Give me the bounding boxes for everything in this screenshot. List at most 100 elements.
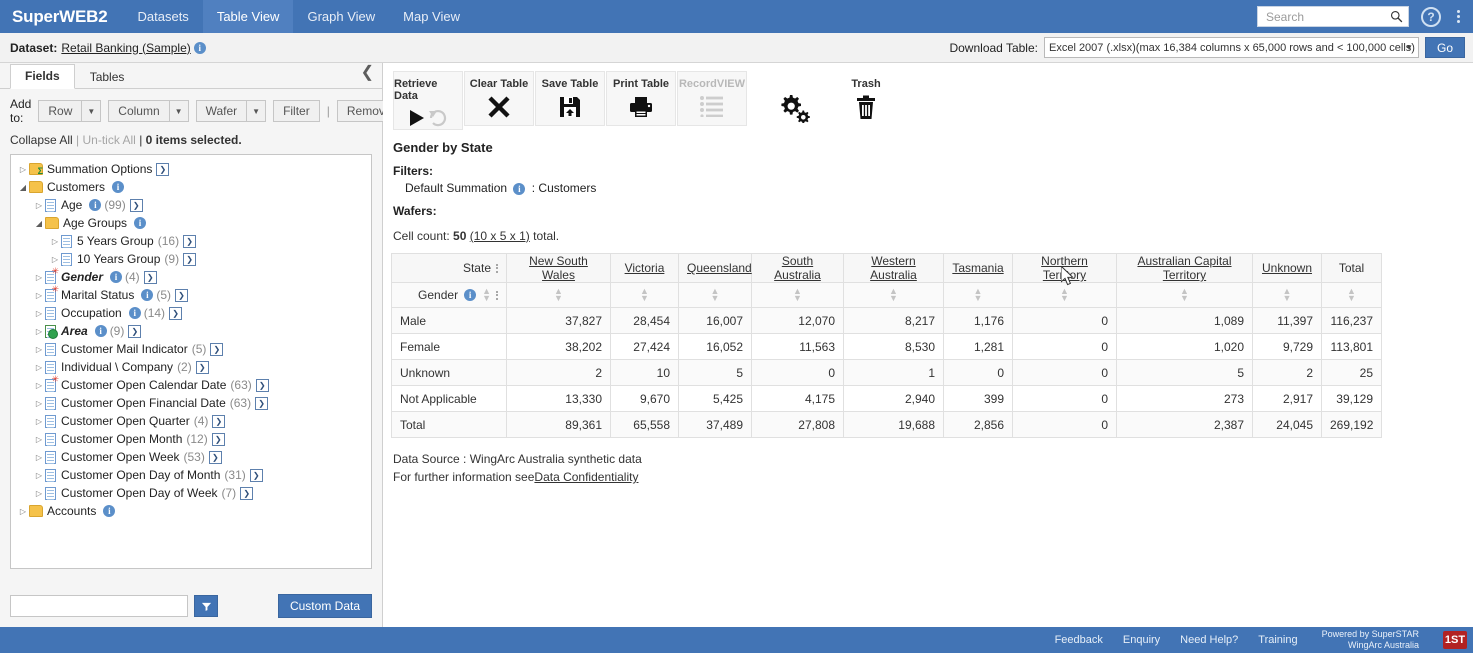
tree-collapsed-icon[interactable]: ▷ bbox=[33, 417, 45, 426]
column-header[interactable]: Total bbox=[1322, 254, 1382, 283]
sort-icon[interactable]: ▲▼ bbox=[952, 287, 1004, 303]
sort-icon[interactable]: ▲▼ bbox=[1261, 287, 1313, 303]
column-header[interactable]: Queensland bbox=[679, 254, 752, 283]
tree-item[interactable]: ▷Customer Open Calendar Date(63)❯ bbox=[11, 376, 371, 394]
info-icon[interactable]: i bbox=[464, 289, 476, 301]
nav-tab-graph-view[interactable]: Graph View bbox=[293, 0, 389, 33]
column-sort-cell[interactable]: ▲▼ bbox=[1117, 283, 1253, 308]
tree-item[interactable]: ▷Marital Statusi(5)❯ bbox=[11, 286, 371, 304]
sort-icon[interactable]: ▲▼ bbox=[515, 287, 602, 303]
tree-item[interactable]: ▷Areai(9)❯ bbox=[11, 322, 371, 340]
column-sort-cell[interactable]: ▲▼ bbox=[1322, 283, 1382, 308]
sort-icon[interactable]: ▲▼ bbox=[482, 287, 491, 303]
nav-tab-table-view[interactable]: Table View bbox=[203, 0, 294, 33]
tree-item-expand-button[interactable]: ❯ bbox=[256, 379, 269, 392]
add-to-wafer-button[interactable]: Wafer bbox=[196, 100, 248, 122]
tree-item-expand-button[interactable]: ❯ bbox=[128, 325, 141, 338]
info-icon[interactable]: i bbox=[141, 289, 153, 301]
tree-expanded-icon[interactable]: ◢ bbox=[33, 219, 45, 228]
footer-link-need-help[interactable]: Need Help? bbox=[1180, 634, 1238, 646]
info-icon[interactable]: i bbox=[95, 325, 107, 337]
add-to-column-button[interactable]: Column bbox=[108, 100, 169, 122]
info-icon[interactable]: i bbox=[129, 307, 141, 319]
tree-item-expand-button[interactable]: ❯ bbox=[144, 271, 157, 284]
tree-item[interactable]: ▷Customer Open Day of Week(7)❯ bbox=[11, 484, 371, 502]
nav-tab-datasets[interactable]: Datasets bbox=[124, 0, 203, 33]
row-header-cell[interactable]: Unknown bbox=[392, 360, 507, 386]
tree-item-expand-button[interactable]: ❯ bbox=[240, 487, 253, 500]
tree-item[interactable]: ◢Customersi bbox=[11, 178, 371, 196]
tree-item-expand-button[interactable]: ❯ bbox=[212, 433, 225, 446]
column-header[interactable]: South Australia bbox=[752, 254, 844, 283]
tree-collapsed-icon[interactable]: ▷ bbox=[33, 381, 45, 390]
sort-icon[interactable]: ▲▼ bbox=[687, 287, 743, 303]
column-sort-cell[interactable]: ▲▼ bbox=[1013, 283, 1117, 308]
tree-item[interactable]: ▷Accountsi bbox=[11, 502, 371, 520]
search-input[interactable] bbox=[1264, 8, 1386, 25]
info-icon[interactable]: i bbox=[194, 42, 206, 54]
collapse-all-link[interactable]: Collapse All bbox=[10, 133, 73, 147]
tree-collapsed-icon[interactable]: ▷ bbox=[33, 291, 45, 300]
add-to-row-button[interactable]: Row bbox=[38, 100, 82, 122]
column-header[interactable]: Victoria bbox=[611, 254, 679, 283]
sort-icon[interactable]: ▲▼ bbox=[1021, 287, 1108, 303]
sort-icon[interactable]: ▲▼ bbox=[1330, 287, 1373, 303]
tree-collapsed-icon[interactable]: ▷ bbox=[33, 435, 45, 444]
tree-item[interactable]: ▷Customer Open Week(53)❯ bbox=[11, 448, 371, 466]
save-table-button[interactable]: Save Table bbox=[535, 71, 605, 126]
filter-funnel-icon[interactable] bbox=[194, 595, 218, 617]
tree-collapsed-icon[interactable]: ▷ bbox=[33, 453, 45, 462]
column-header[interactable]: Western Australia bbox=[844, 254, 944, 283]
retrieve-data-button[interactable]: Retrieve Data bbox=[393, 71, 463, 130]
go-button[interactable]: Go bbox=[1425, 37, 1465, 58]
tree-collapsed-icon[interactable]: ▷ bbox=[33, 345, 45, 354]
sort-icon[interactable]: ▲▼ bbox=[1125, 287, 1244, 303]
tree-item-expand-button[interactable]: ❯ bbox=[169, 307, 182, 320]
column-header[interactable]: Northern Territory bbox=[1013, 254, 1117, 283]
clear-table-button[interactable]: Clear Table bbox=[464, 71, 534, 126]
row-axis-header[interactable]: Gender i ▲▼ bbox=[392, 283, 507, 308]
settings-button[interactable] bbox=[760, 71, 830, 126]
tree-item-expand-button[interactable]: ❯ bbox=[250, 469, 263, 482]
tree-item[interactable]: ◢Age Groupsi bbox=[11, 214, 371, 232]
footer-link-feedback[interactable]: Feedback bbox=[1055, 634, 1103, 646]
footer-link-enquiry[interactable]: Enquiry bbox=[1123, 634, 1160, 646]
tree-item[interactable]: ▷Summation Options❯ bbox=[11, 160, 371, 178]
tree-collapsed-icon[interactable]: ▷ bbox=[49, 237, 61, 246]
tree-item[interactable]: ▷Customer Open Financial Date(63)❯ bbox=[11, 394, 371, 412]
sort-icon[interactable]: ▲▼ bbox=[619, 287, 670, 303]
tree-collapsed-icon[interactable]: ▷ bbox=[17, 507, 29, 516]
column-sort-cell[interactable]: ▲▼ bbox=[679, 283, 752, 308]
column-header[interactable]: Tasmania bbox=[944, 254, 1013, 283]
row-header-cell[interactable]: Not Applicable bbox=[392, 386, 507, 412]
tree-item[interactable]: ▷Customer Open Quarter(4)❯ bbox=[11, 412, 371, 430]
tree-item[interactable]: ▷Customer Open Month(12)❯ bbox=[11, 430, 371, 448]
tree-expanded-icon[interactable]: ◢ bbox=[17, 183, 29, 192]
add-to-wafer-dropdown-icon[interactable]: ▼ bbox=[247, 100, 266, 122]
untick-all-link[interactable]: Un-tick All bbox=[83, 133, 136, 147]
tree-item[interactable]: ▷Individual \ Company(2)❯ bbox=[11, 358, 371, 376]
row-header-cell[interactable]: Male bbox=[392, 308, 507, 334]
search-icon[interactable] bbox=[1390, 10, 1403, 23]
filter-button[interactable]: Filter bbox=[273, 100, 320, 122]
row-axis-menu-icon[interactable] bbox=[496, 291, 498, 300]
tree-item[interactable]: ▷Customer Mail Indicator(5)❯ bbox=[11, 340, 371, 358]
search-box[interactable] bbox=[1257, 6, 1409, 27]
tree-collapsed-icon[interactable]: ▷ bbox=[33, 309, 45, 318]
footer-link-training[interactable]: Training bbox=[1258, 634, 1297, 646]
column-axis-header[interactable]: State bbox=[392, 254, 507, 283]
column-sort-cell[interactable]: ▲▼ bbox=[1253, 283, 1322, 308]
tree-item-expand-button[interactable]: ❯ bbox=[183, 253, 196, 266]
tree-item-expand-button[interactable]: ❯ bbox=[196, 361, 209, 374]
column-sort-cell[interactable]: ▲▼ bbox=[507, 283, 611, 308]
collapse-sidebar-icon[interactable]: ❮ bbox=[361, 65, 374, 81]
column-header[interactable]: Unknown bbox=[1253, 254, 1322, 283]
field-search-input[interactable] bbox=[10, 595, 188, 617]
sort-icon[interactable]: ▲▼ bbox=[852, 287, 935, 303]
tree-item-expand-button[interactable]: ❯ bbox=[156, 163, 169, 176]
info-icon[interactable]: i bbox=[103, 505, 115, 517]
column-header[interactable]: New South Wales bbox=[507, 254, 611, 283]
tree-collapsed-icon[interactable]: ▷ bbox=[33, 201, 45, 210]
nav-tab-map-view[interactable]: Map View bbox=[389, 0, 474, 33]
tab-fields[interactable]: Fields bbox=[10, 64, 75, 89]
